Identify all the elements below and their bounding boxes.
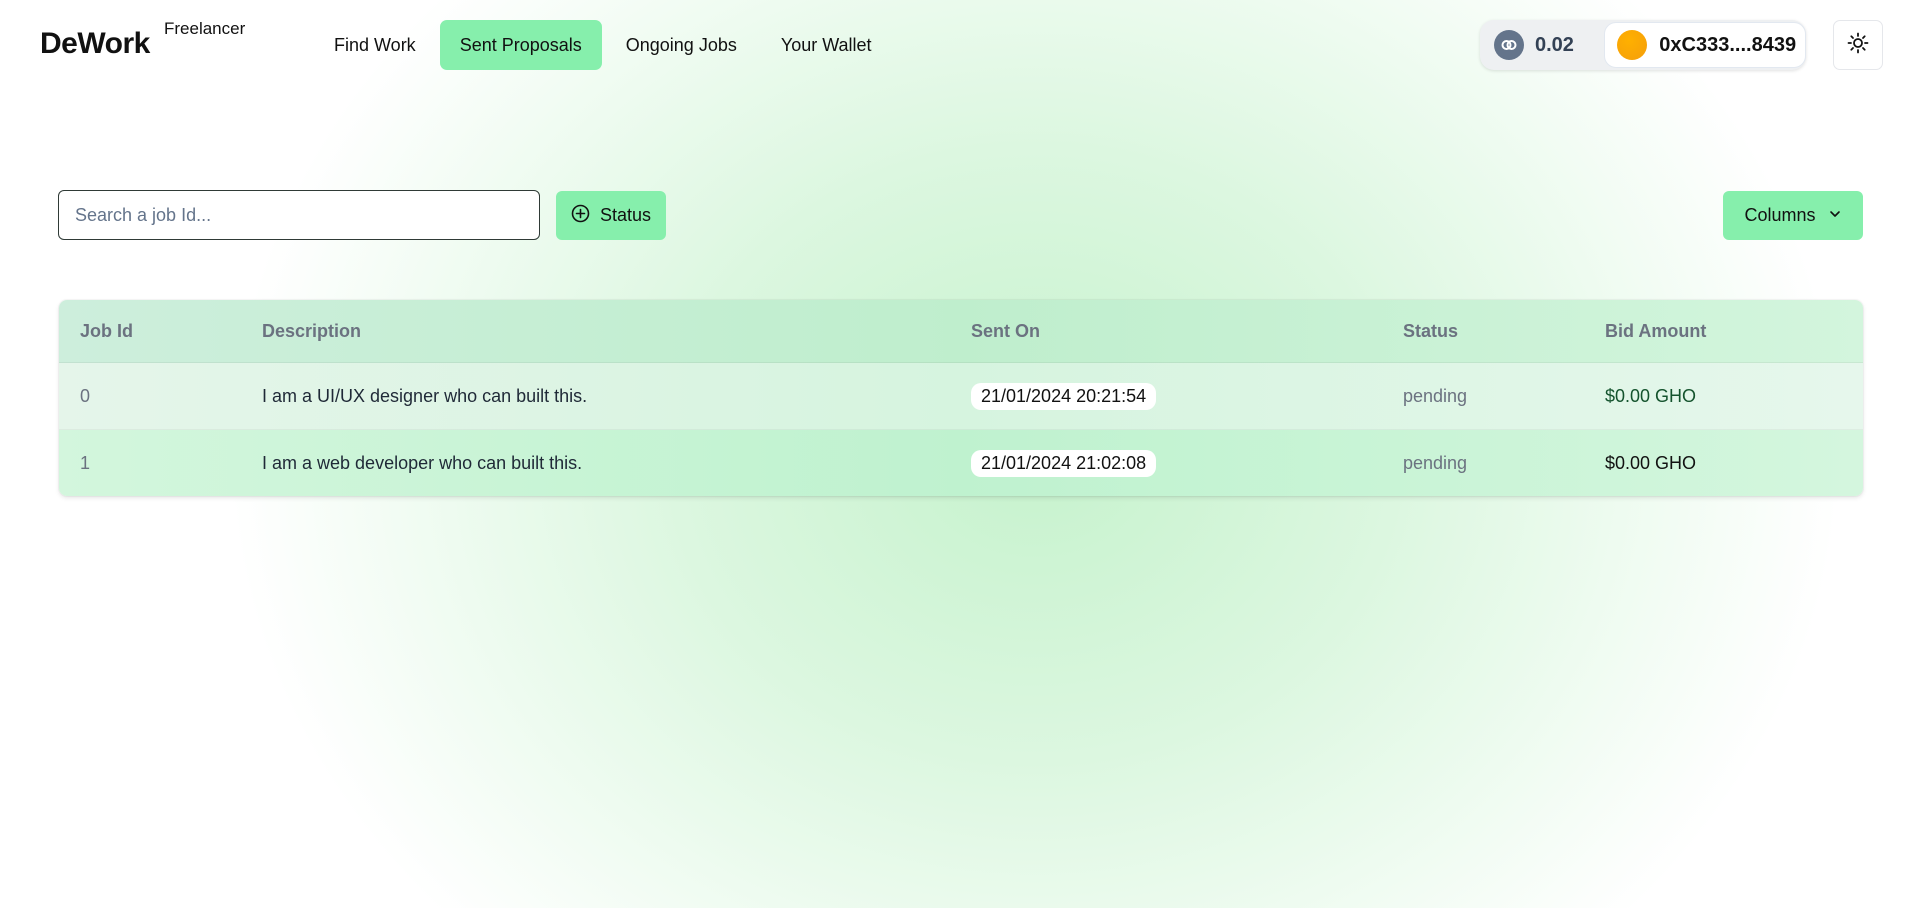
table-header: Job Id Description Sent On Status Bid Am… — [59, 300, 1863, 363]
sent-on-badge: 21/01/2024 21:02:08 — [971, 449, 1157, 477]
bid-amount-cell: $0.00 GHO — [1605, 385, 1697, 406]
table-row[interactable]: 0 I am a UI/UX designer who can built th… — [59, 363, 1863, 430]
status-cell: pending — [1403, 452, 1468, 473]
theme-toggle-button[interactable] — [1833, 20, 1883, 70]
nav-sent-proposals[interactable]: Sent Proposals — [439, 20, 602, 70]
header-bid-amount[interactable]: Bid Amount — [1605, 321, 1706, 342]
wallet-widget: 0.02 0xC333....8439 — [1480, 20, 1806, 70]
columns-label: Columns — [1744, 205, 1816, 225]
plus-circle-icon — [571, 204, 590, 228]
nav-ongoing-jobs[interactable]: Ongoing Jobs — [606, 20, 757, 70]
nav-find-work[interactable]: Find Work — [314, 20, 436, 70]
status-filter-button[interactable]: Status — [556, 191, 666, 240]
role-label: Freelancer — [164, 19, 246, 38]
header-description[interactable]: Description — [262, 321, 361, 342]
bid-amount-cell: $0.00 GHO — [1605, 452, 1697, 473]
avatar — [1617, 30, 1648, 60]
chain-link-icon — [1494, 30, 1524, 60]
top-navbar: DeWork Freelancer Find Work Sent Proposa… — [0, 0, 1917, 92]
header-sent-on[interactable]: Sent On — [971, 321, 1040, 342]
table-row[interactable]: 1 I am a web developer who can built thi… — [59, 430, 1863, 496]
chain-balance[interactable]: 0.02 — [1480, 30, 1604, 60]
header-job-id[interactable]: Job Id — [80, 321, 133, 342]
account-button[interactable]: 0xC333....8439 — [1604, 22, 1806, 68]
status-cell: pending — [1403, 385, 1468, 406]
main-nav: Find Work Sent Proposals Ongoing Jobs Yo… — [314, 20, 892, 70]
nav-your-wallet[interactable]: Your Wallet — [761, 20, 892, 70]
header-status[interactable]: Status — [1403, 321, 1458, 342]
job-id-search-input[interactable] — [58, 190, 540, 240]
balance-value: 0.02 — [1535, 33, 1574, 56]
sent-on-badge: 21/01/2024 20:21:54 — [971, 382, 1157, 410]
columns-dropdown-button[interactable]: Columns — [1723, 191, 1863, 240]
status-filter-label: Status — [599, 205, 652, 225]
proposals-table: Job Id Description Sent On Status Bid Am… — [59, 300, 1863, 496]
job-id-cell: 0 — [80, 385, 91, 406]
app-logo[interactable]: DeWork — [40, 27, 150, 61]
chevron-down-icon — [1828, 205, 1842, 226]
description-cell: I am a web developer who can built this. — [262, 452, 583, 473]
job-id-cell: 1 — [80, 452, 91, 473]
description-cell: I am a UI/UX designer who can built this… — [262, 385, 588, 406]
account-address: 0xC333....8439 — [1659, 33, 1797, 56]
sun-icon — [1847, 32, 1869, 59]
